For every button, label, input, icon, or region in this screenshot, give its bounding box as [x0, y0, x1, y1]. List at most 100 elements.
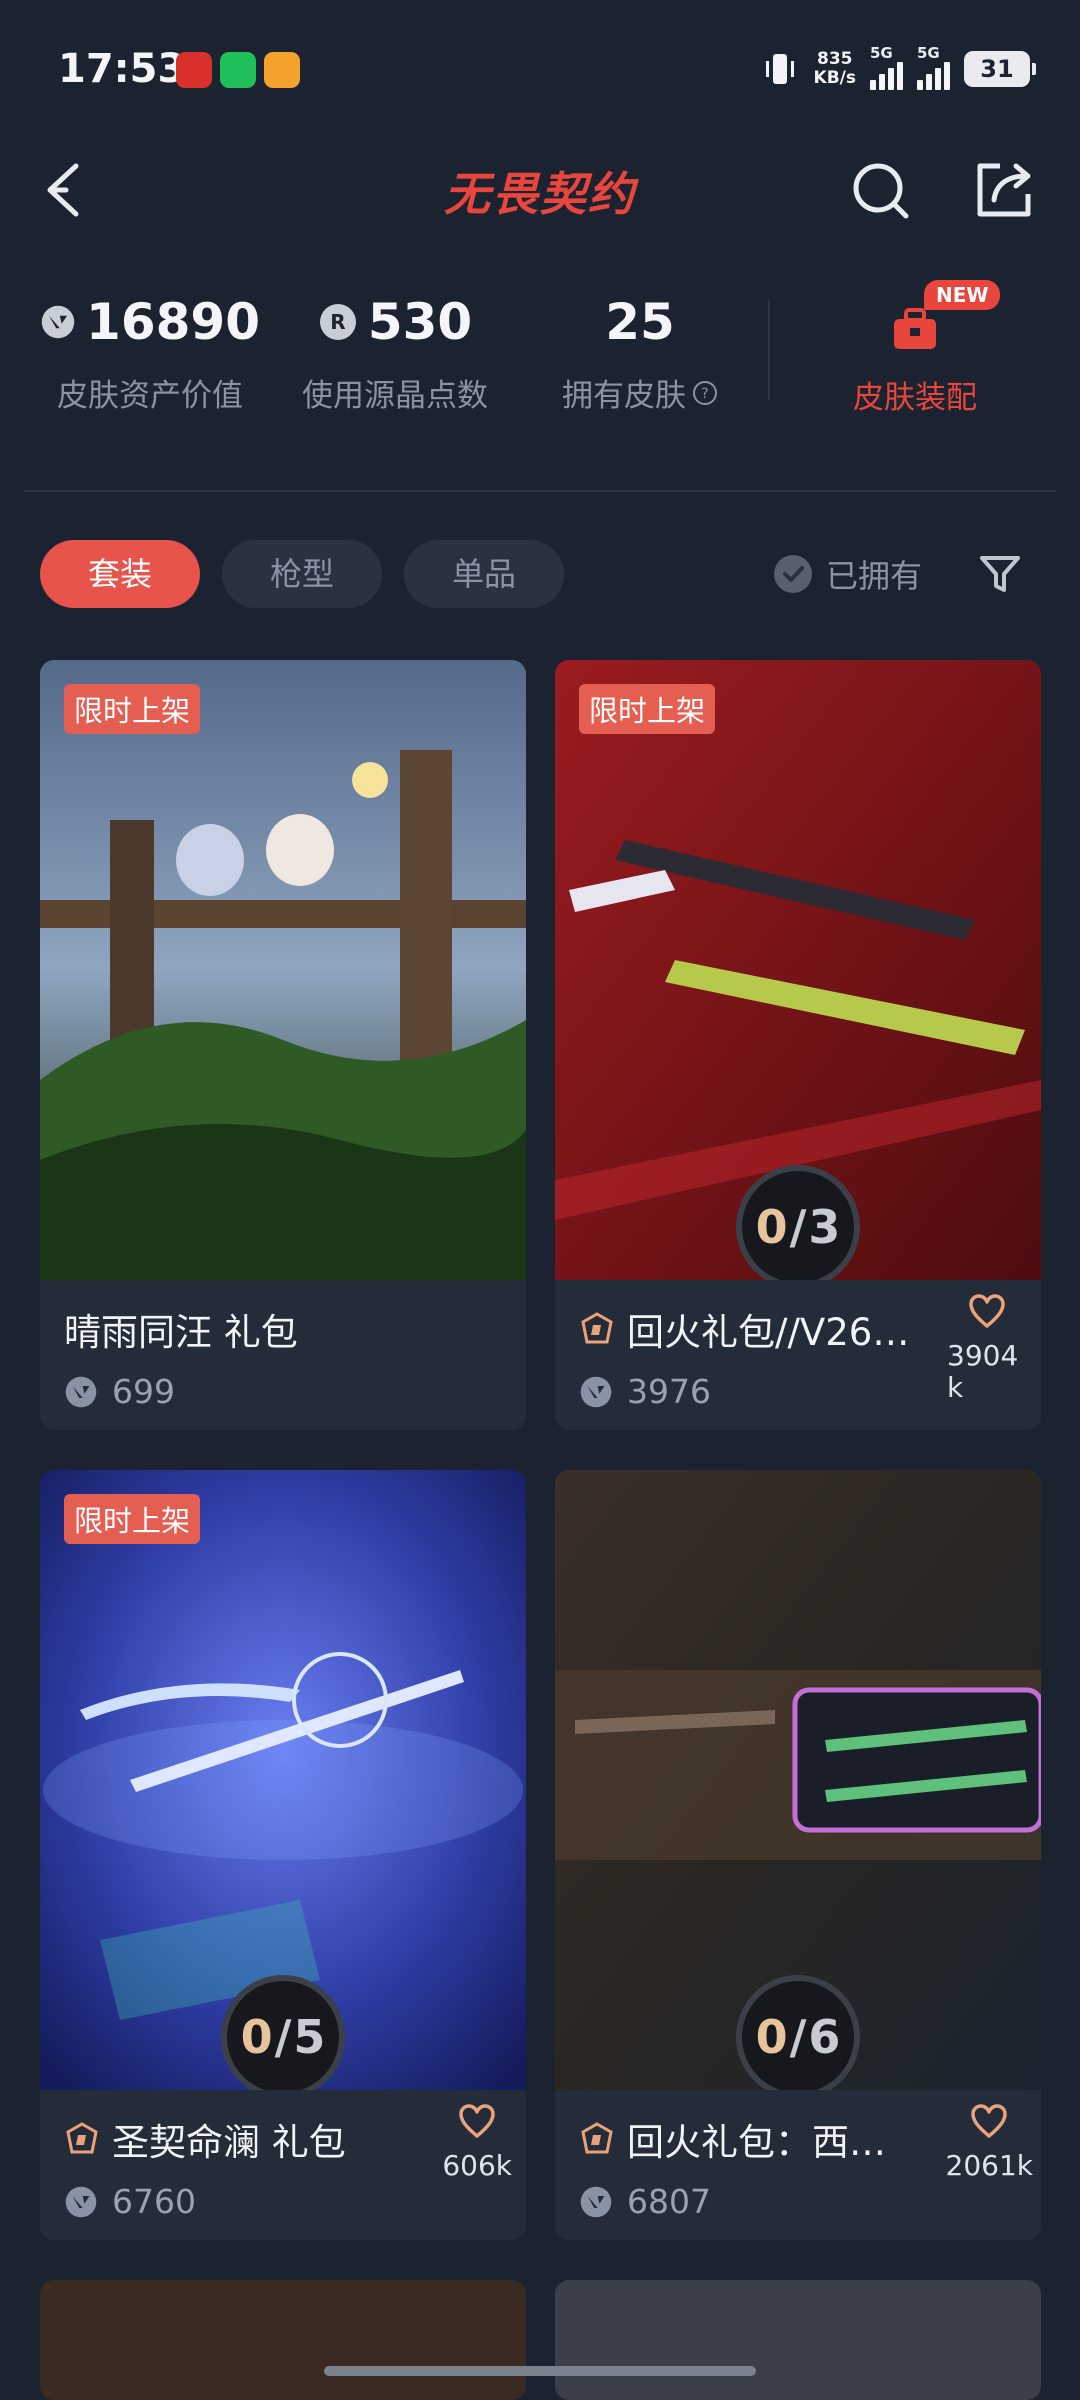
premium-tier-icon: [581, 2122, 613, 2154]
card-title: 晴雨同汪 礼包: [64, 1311, 298, 1354]
asset-value: 16890: [86, 293, 260, 351]
collection-progress: 0/3: [736, 1165, 860, 1289]
wechat-app-icon: [220, 52, 256, 88]
radianite-points-icon: R: [319, 304, 356, 340]
search-icon: [853, 163, 909, 219]
battery-icon: 31: [964, 51, 1036, 87]
owned-filter-toggle[interactable]: 已拥有: [774, 540, 922, 608]
bundle-card-partial[interactable]: [40, 2280, 526, 2400]
svg-text:?: ?: [701, 386, 708, 402]
skin-equip-button[interactable]: NEW 皮肤装配: [820, 280, 1010, 417]
limited-time-tag: 限时上架: [64, 684, 201, 734]
progress-total: 5: [293, 2010, 326, 2064]
share-icon: [977, 163, 1031, 217]
bundle-card[interactable]: 限时上架 晴雨同汪 礼包 699: [40, 660, 526, 1430]
help-icon[interactable]: ?: [692, 380, 718, 406]
vp-currency-icon: [65, 1376, 97, 1407]
limited-time-tag: 限时上架: [579, 684, 716, 734]
bundle-card[interactable]: 限时上架 0/3 回火礼包//V26… 3976 3904k: [555, 660, 1041, 1430]
new-badge: NEW: [924, 280, 1001, 310]
asset-label: 皮肤资产价值: [57, 378, 243, 414]
heart-icon: [459, 2104, 495, 2138]
card-title: 回火礼包：西…: [579, 2112, 939, 2166]
tmall-app-icon: [176, 52, 212, 88]
card-info: 圣契命澜 礼包 6760 606k: [40, 2090, 526, 2240]
card-price: 3976: [579, 1372, 711, 1411]
stat-owned-skins[interactable]: 25 拥有皮肤 ?: [550, 290, 730, 415]
video-app-icon: [264, 52, 300, 88]
owned-value: 25: [605, 293, 675, 351]
premium-tier-icon: [581, 1312, 613, 1344]
signal-1-label: 5G: [870, 44, 893, 62]
filter-button[interactable]: [978, 552, 1022, 596]
favorite-count: 606k: [442, 2149, 512, 2182]
equip-label: 皮肤装配: [853, 380, 977, 416]
vp-currency-icon: [65, 2186, 97, 2217]
card-title: 回火礼包//V26…: [579, 1302, 959, 1356]
bundle-card[interactable]: 0/6 回火礼包：西… 6807 2061k: [555, 1470, 1041, 2240]
favorite-button[interactable]: 606k: [442, 2102, 512, 2182]
network-speed: 835 KB/s: [814, 50, 856, 88]
card-info: 回火礼包//V26… 3976 3904k: [555, 1280, 1041, 1430]
search-button[interactable]: [850, 158, 914, 222]
points-value: 530: [367, 293, 473, 351]
heart-icon: [969, 1294, 1005, 1328]
card-price: 6807: [579, 2182, 711, 2221]
heart-icon: [971, 2104, 1007, 2138]
briefcase-icon: [894, 308, 936, 349]
collection-progress: 0/6: [736, 1975, 860, 2099]
vibrate-icon: [765, 54, 794, 84]
favorite-count: 2061k: [945, 2149, 1033, 2182]
signal-1-icon: 5G: [870, 44, 903, 90]
points-label: 使用源晶点数: [302, 378, 488, 414]
signal-2-icon: 5G: [917, 44, 950, 90]
home-indicator[interactable]: [324, 2366, 756, 2376]
collection-progress: 0/5: [221, 1975, 345, 2099]
progress-owned: 0: [240, 2010, 273, 2064]
bundle-card[interactable]: 限时上架 0/5 圣契命澜 礼包 6760 606k: [40, 1470, 526, 2240]
progress-owned: 0: [755, 2010, 788, 2064]
stat-points: R 530 使用源晶点数: [290, 290, 500, 415]
funnel-icon: [980, 556, 1020, 592]
owned-label: 拥有皮肤: [562, 378, 686, 414]
tab-bundle[interactable]: 套装: [40, 540, 200, 608]
favorite-button[interactable]: 2061k: [946, 2102, 1033, 2182]
status-right: 835 KB/s 5G 5G 31: [760, 44, 1036, 90]
svg-text:R: R: [330, 310, 345, 334]
speed-value: 835: [817, 49, 853, 69]
filter-bar: 套装 枪型 单品 已拥有: [40, 540, 1050, 610]
progress-owned: 0: [755, 1200, 788, 1254]
stats-panel: 16890 皮肤资产价值 R 530 使用源晶点数 25 拥有皮肤 ? NEW: [0, 280, 1080, 440]
tab-weapon-type[interactable]: 枪型: [222, 540, 382, 608]
vp-currency-icon: [580, 2186, 612, 2217]
check-circle-icon: [774, 555, 812, 593]
share-button[interactable]: [972, 158, 1036, 222]
card-price: 699: [64, 1372, 175, 1411]
notification-icons: [176, 52, 300, 88]
card-info: 晴雨同汪 礼包 699: [40, 1280, 526, 1430]
progress-total: 3: [808, 1200, 841, 1254]
favorite-count: 3904k: [947, 1339, 1019, 1404]
progress-total: 6: [808, 2010, 841, 2064]
bundle-card-partial[interactable]: [555, 2280, 1041, 2400]
card-title: 圣契命澜 礼包: [64, 2112, 346, 2166]
vp-currency-icon: [580, 1376, 612, 1407]
section-divider: [24, 490, 1056, 492]
bundle-artwork: [40, 660, 526, 1280]
card-info: 回火礼包：西… 6807 2061k: [555, 2090, 1041, 2240]
speed-unit: KB/s: [813, 68, 856, 88]
brand-logo: 无畏契约: [444, 167, 636, 221]
status-time: 17:53: [58, 46, 186, 92]
card-price: 6760: [64, 2182, 196, 2221]
limited-time-tag: 限时上架: [64, 1494, 201, 1544]
stat-asset-value: 16890 皮肤资产价值: [40, 290, 260, 415]
tab-single-item[interactable]: 单品: [404, 540, 564, 608]
status-bar: 17:53 835 KB/s 5G 5G 31: [0, 0, 1080, 140]
owned-filter-label: 已拥有: [826, 557, 923, 595]
vp-currency-icon: [41, 305, 75, 339]
signal-2-label: 5G: [917, 44, 940, 62]
premium-tier-icon: [66, 2122, 98, 2154]
app-header: 无畏契约: [0, 140, 1080, 240]
stats-divider: [768, 300, 770, 400]
favorite-button[interactable]: 3904k: [947, 1292, 1027, 1404]
